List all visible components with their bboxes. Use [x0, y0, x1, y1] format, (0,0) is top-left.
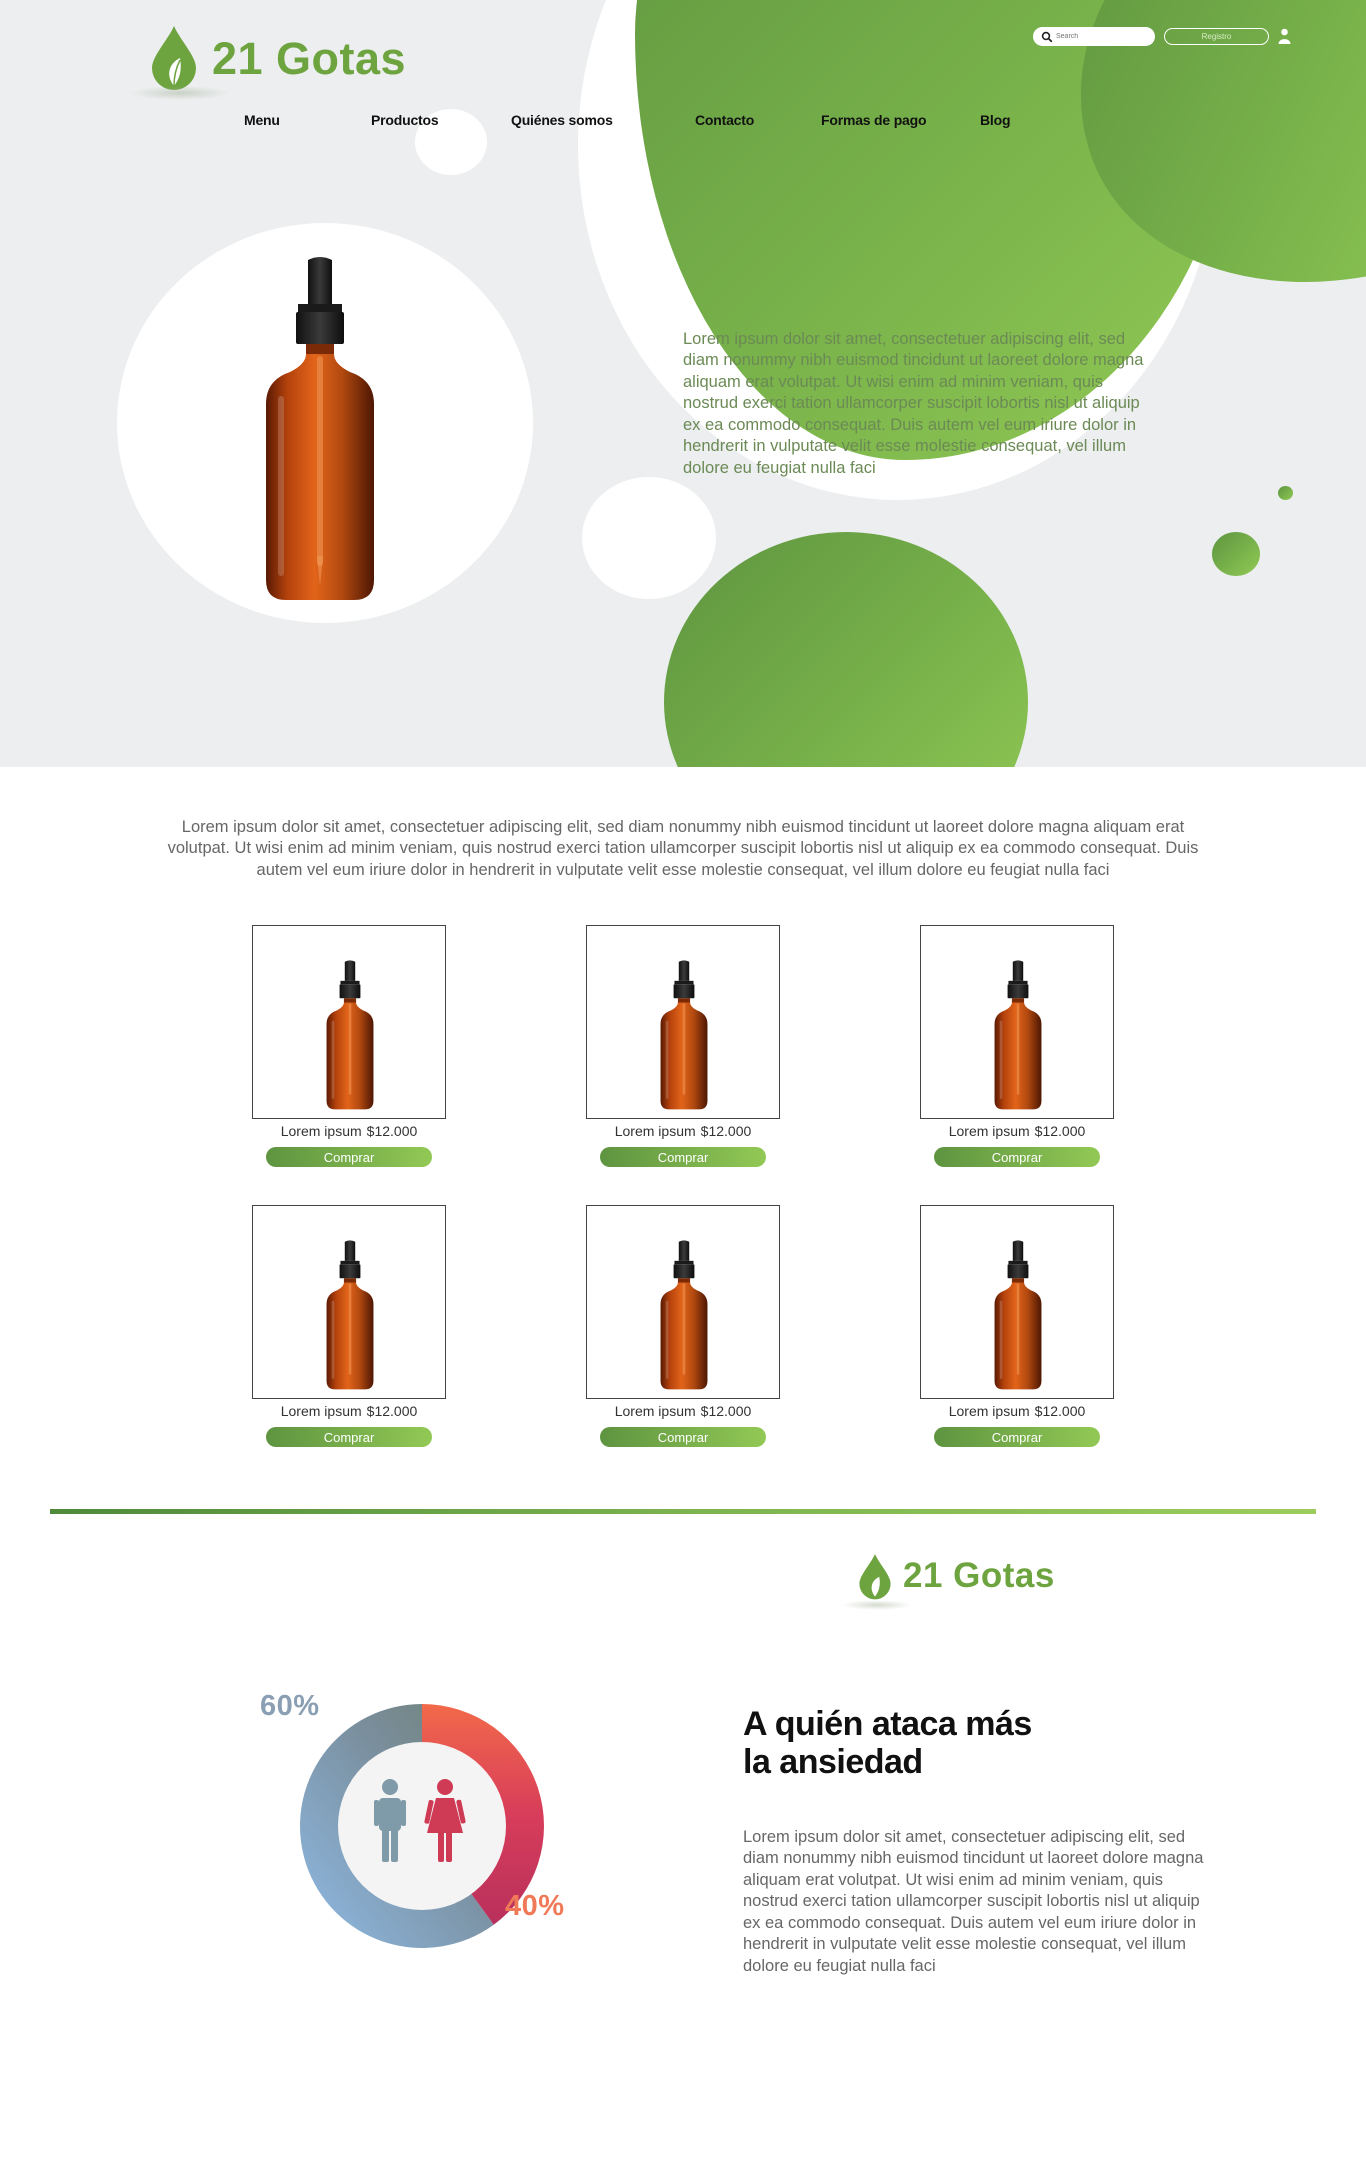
hero-description: Lorem ipsum dolor sit amet, consectetuer… — [683, 329, 1144, 478]
product-image-frame[interactable] — [252, 1205, 446, 1399]
product-name: Lorem ipsum — [280, 1403, 362, 1419]
hero-white-dot-medium — [582, 477, 716, 599]
brand-name-secondary: 21 Gotas — [903, 1556, 1055, 1595]
product-card[interactable]: Lorem ipsum $12.000 Comprar — [586, 925, 780, 1167]
intro-text: Lorem ipsum dolor sit amet, consectetuer… — [167, 817, 1199, 879]
nav-item-quienes-somos[interactable]: Quiénes somos — [511, 112, 613, 128]
product-bottle-image — [326, 960, 374, 1110]
nav-item-productos[interactable]: Productos — [371, 112, 439, 128]
section-divider — [50, 1509, 1316, 1514]
product-bottle-image — [994, 1240, 1042, 1390]
nav-item-menu[interactable]: Menu — [244, 112, 280, 128]
buy-button[interactable]: Comprar — [266, 1147, 432, 1167]
product-price: $12.000 — [366, 1123, 418, 1139]
product-bottle-image — [660, 960, 708, 1110]
anxiety-description: Lorem ipsum dolor sit amet, consectetuer… — [743, 1827, 1204, 1976]
product-meta: Lorem ipsum $12.000 — [920, 1403, 1114, 1419]
user-icon[interactable] — [1278, 28, 1291, 44]
product-card[interactable]: Lorem ipsum $12.000 Comprar — [252, 1205, 446, 1447]
product-card[interactable]: Lorem ipsum $12.000 Comprar — [920, 925, 1114, 1167]
product-price: $12.000 — [366, 1403, 418, 1419]
nav-item-blog[interactable]: Blog — [980, 112, 1011, 128]
hero-bottle-image — [266, 257, 374, 600]
anxiety-title: A quién ataca más la ansiedad — [743, 1705, 1032, 1781]
brand-name: 21 Gotas — [212, 33, 407, 84]
product-image-frame[interactable] — [920, 1205, 1114, 1399]
search-input[interactable] — [1056, 33, 1146, 40]
leaf-drop-icon — [152, 26, 196, 90]
donut-label-female: 40% — [505, 1890, 565, 1922]
product-card[interactable]: Lorem ipsum $12.000 Comprar — [252, 925, 446, 1167]
search-icon — [1041, 31, 1053, 42]
anxiety-title-line2: la ansiedad — [743, 1743, 923, 1781]
brand-logo[interactable]: 21 Gotas — [130, 24, 407, 100]
buy-button[interactable]: Comprar — [934, 1427, 1100, 1447]
register-button[interactable]: Registro — [1164, 28, 1269, 45]
hero-green-circle-bottom — [664, 532, 1028, 767]
product-price: $12.000 — [700, 1123, 752, 1139]
leaf-drop-icon — [859, 1554, 891, 1600]
brand-logo-secondary[interactable]: 21 Gotas — [842, 1552, 1055, 1610]
product-name: Lorem ipsum — [614, 1403, 696, 1419]
buy-button[interactable]: Comprar — [600, 1147, 766, 1167]
product-bottle-image — [660, 1240, 708, 1390]
product-price: $12.000 — [1034, 1403, 1086, 1419]
product-name: Lorem ipsum — [280, 1123, 362, 1139]
main-nav: Menu Productos Quiénes somos Contacto Fo… — [0, 112, 1366, 138]
product-card[interactable]: Lorem ipsum $12.000 Comprar — [586, 1205, 780, 1447]
product-bottle-image — [994, 960, 1042, 1110]
product-meta: Lorem ipsum $12.000 — [252, 1403, 446, 1419]
nav-item-formas-de-pago[interactable]: Formas de pago — [821, 112, 927, 128]
product-meta: Lorem ipsum $12.000 — [586, 1123, 780, 1139]
hero-section: 21 Gotas Registro Menu Productos Quiénes… — [0, 0, 1366, 767]
product-name: Lorem ipsum — [948, 1123, 1030, 1139]
hero-green-dot-small — [1278, 486, 1293, 500]
product-image-frame[interactable] — [920, 925, 1114, 1119]
search-box[interactable] — [1034, 28, 1154, 45]
product-image-frame[interactable] — [252, 925, 446, 1119]
product-name: Lorem ipsum — [614, 1123, 696, 1139]
product-image-frame[interactable] — [586, 1205, 780, 1399]
anxiety-title-line1: A quién ataca más — [743, 1705, 1032, 1743]
product-bottle-image — [326, 1240, 374, 1390]
product-name: Lorem ipsum — [948, 1403, 1030, 1419]
product-image-frame[interactable] — [586, 925, 780, 1119]
buy-button[interactable]: Comprar — [266, 1427, 432, 1447]
nav-item-contacto[interactable]: Contacto — [695, 112, 754, 128]
product-meta: Lorem ipsum $12.000 — [920, 1123, 1114, 1139]
buy-button[interactable]: Comprar — [600, 1427, 766, 1447]
gender-donut-chart: 60% 40% — [250, 1690, 590, 1950]
product-card[interactable]: Lorem ipsum $12.000 Comprar — [920, 1205, 1114, 1447]
donut-label-male: 60% — [260, 1690, 320, 1722]
product-meta: Lorem ipsum $12.000 — [586, 1403, 780, 1419]
product-price: $12.000 — [1034, 1123, 1086, 1139]
buy-button[interactable]: Comprar — [934, 1147, 1100, 1167]
product-meta: Lorem ipsum $12.000 — [252, 1123, 446, 1139]
hero-green-dot-large — [1212, 532, 1260, 576]
product-price: $12.000 — [700, 1403, 752, 1419]
